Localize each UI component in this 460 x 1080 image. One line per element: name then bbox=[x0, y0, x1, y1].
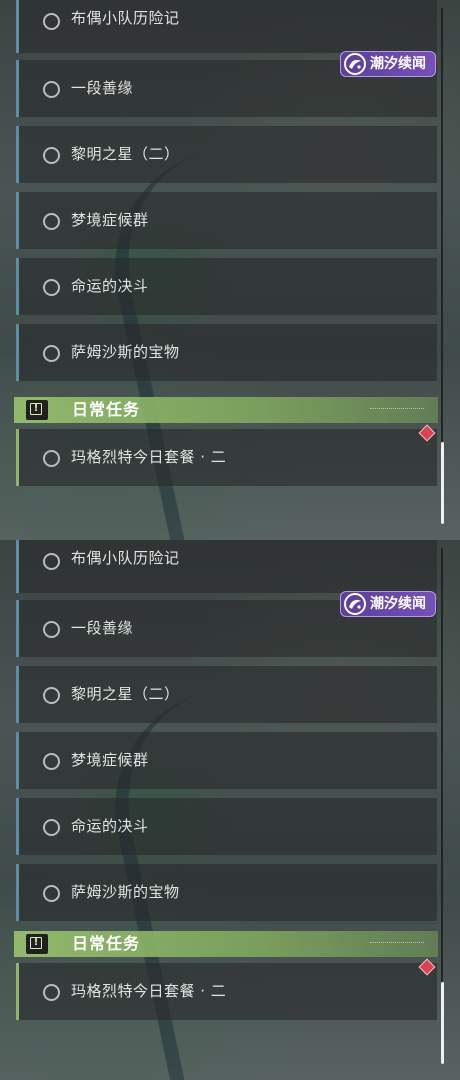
quest-item[interactable]: 萨姆沙斯的宝物 bbox=[16, 324, 437, 381]
quest-status-circle-icon bbox=[43, 147, 60, 164]
tide-logo-icon bbox=[344, 53, 366, 75]
quest-status-circle-icon bbox=[43, 984, 60, 1001]
event-tag[interactable]: 潮汐续闻 bbox=[340, 51, 436, 77]
quest-status-circle-icon bbox=[43, 687, 60, 704]
quest-title: 一段善缘 bbox=[71, 79, 134, 97]
quest-status-circle-icon bbox=[43, 553, 60, 570]
quest-item[interactable]: 黎明之星（二） bbox=[16, 126, 437, 183]
quest-item[interactable]: 梦境症候群 bbox=[16, 192, 437, 249]
quest-title: 梦境症候群 bbox=[71, 751, 149, 769]
quest-list-panel: 布偶小队历险记 一段善缘 黎明之星（二） 梦境症候群 命运的决斗 萨姆沙斯的宝物… bbox=[0, 0, 460, 540]
exclamation-icon: ! bbox=[26, 934, 48, 954]
quest-list-panel: 布偶小队历险记 一段善缘 黎明之星（二） 梦境症候群 命运的决斗 萨姆沙斯的宝物… bbox=[0, 540, 460, 1080]
event-tag[interactable]: 潮汐续闻 bbox=[340, 591, 436, 617]
quest-status-circle-icon bbox=[43, 885, 60, 902]
quest-item[interactable]: 萨姆沙斯的宝物 bbox=[16, 864, 437, 921]
scrollbar-thumb[interactable] bbox=[441, 982, 444, 1064]
quest-title: 布偶小队历险记 bbox=[71, 549, 180, 567]
daily-section-title: 日常任务 bbox=[72, 934, 141, 953]
quest-title: 黎明之星（二） bbox=[71, 145, 180, 163]
quest-status-circle-icon bbox=[43, 81, 60, 98]
daily-quest-item[interactable]: 玛格烈特今日套餐 · 二 bbox=[16, 963, 437, 1020]
quest-item[interactable]: 梦境症候群 bbox=[16, 732, 437, 789]
quest-title: 玛格烈特今日套餐 · 二 bbox=[71, 982, 227, 1000]
quest-status-circle-icon bbox=[43, 819, 60, 836]
event-tag-label: 潮汐续闻 bbox=[370, 56, 426, 72]
quest-item[interactable]: 命运的决斗 bbox=[16, 258, 437, 315]
quest-item[interactable]: 布偶小队历险记 bbox=[16, 540, 437, 593]
daily-section-header: ! 日常任务 bbox=[14, 931, 438, 957]
exclamation-icon: ! bbox=[26, 400, 48, 420]
header-decoration bbox=[370, 408, 424, 413]
quest-title: 梦境症候群 bbox=[71, 211, 149, 229]
quest-title: 玛格烈特今日套餐 · 二 bbox=[71, 448, 227, 466]
quest-status-circle-icon bbox=[43, 213, 60, 230]
quest-item[interactable]: 布偶小队历险记 bbox=[16, 0, 437, 53]
daily-section-header: ! 日常任务 bbox=[14, 397, 438, 423]
quest-status-circle-icon bbox=[43, 450, 60, 467]
quest-status-circle-icon bbox=[43, 279, 60, 296]
quest-status-circle-icon bbox=[43, 753, 60, 770]
quest-title: 黎明之星（二） bbox=[71, 685, 180, 703]
quest-title: 命运的决斗 bbox=[71, 817, 149, 835]
quest-title: 萨姆沙斯的宝物 bbox=[71, 343, 180, 361]
quest-status-circle-icon bbox=[43, 345, 60, 362]
quest-title: 萨姆沙斯的宝物 bbox=[71, 883, 180, 901]
quest-item[interactable]: 黎明之星（二） bbox=[16, 666, 437, 723]
tide-logo-icon bbox=[344, 593, 366, 615]
event-tag-label: 潮汐续闻 bbox=[370, 596, 426, 612]
quest-status-circle-icon bbox=[43, 621, 60, 638]
scrollbar-thumb[interactable] bbox=[441, 442, 444, 524]
quest-status-circle-icon bbox=[43, 13, 60, 30]
daily-section-title: 日常任务 bbox=[72, 400, 141, 419]
quest-item[interactable]: 命运的决斗 bbox=[16, 798, 437, 855]
header-decoration bbox=[370, 942, 424, 947]
daily-quest-item[interactable]: 玛格烈特今日套餐 · 二 bbox=[16, 429, 437, 486]
quest-title: 命运的决斗 bbox=[71, 277, 149, 295]
quest-title: 布偶小队历险记 bbox=[71, 9, 180, 27]
quest-title: 一段善缘 bbox=[71, 619, 134, 637]
